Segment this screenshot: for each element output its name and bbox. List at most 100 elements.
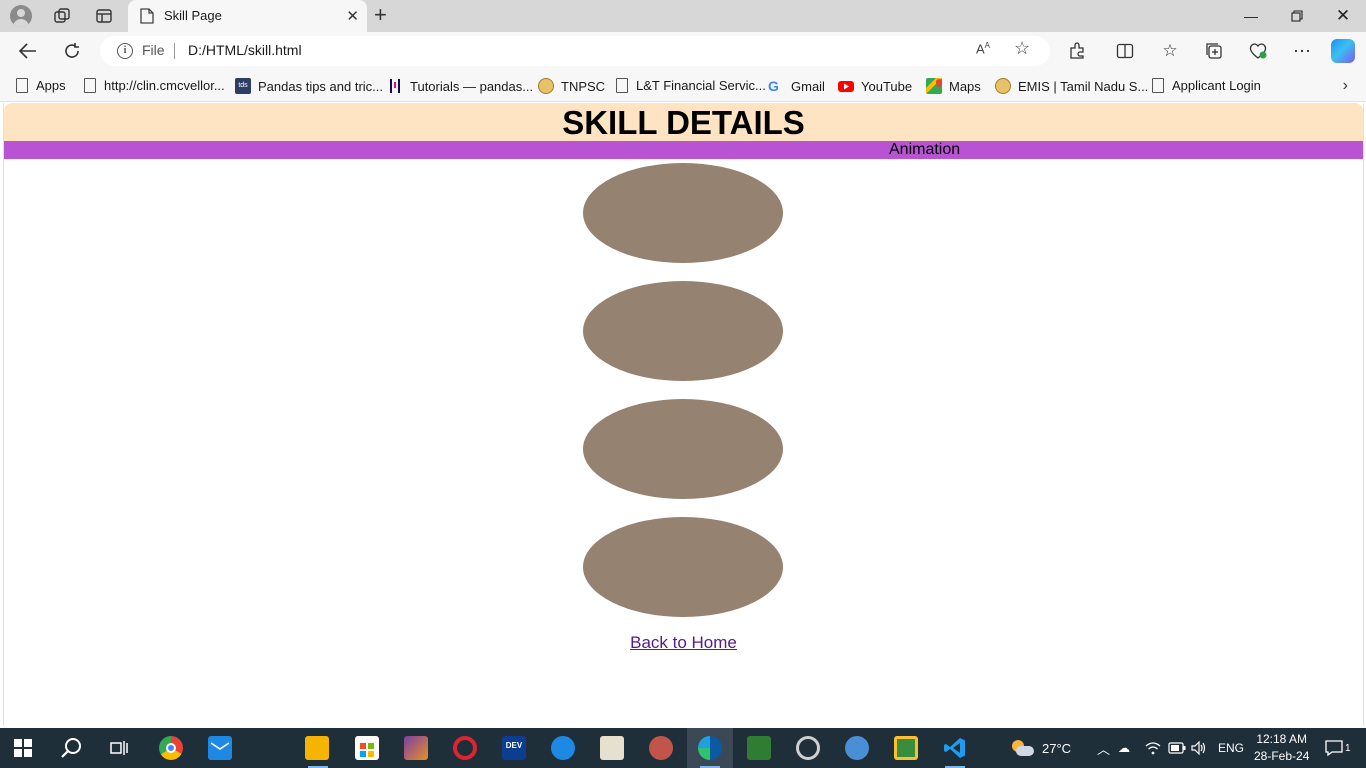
emblem-icon bbox=[995, 78, 1011, 94]
more-bookmarks-chevron-icon[interactable]: › bbox=[1343, 77, 1348, 95]
bookmark-applicant-login[interactable]: Applicant Login bbox=[1150, 78, 1261, 93]
browser-essentials-icon[interactable] bbox=[1246, 39, 1270, 63]
bookmark-label: Tutorials — pandas... bbox=[410, 78, 534, 94]
google-icon: G bbox=[768, 78, 779, 94]
show-hidden-icons-chevron-icon[interactable]: ︿ bbox=[1097, 728, 1110, 768]
volume-icon[interactable] bbox=[1191, 728, 1207, 768]
skill-oval-1 bbox=[583, 163, 783, 263]
emblem-icon bbox=[538, 78, 554, 94]
bookmark-emis[interactable]: EMIS | Tamil Nadu S... bbox=[995, 78, 1148, 94]
marquee-banner: Animation bbox=[4, 141, 1363, 159]
pandas-icon bbox=[387, 78, 403, 94]
extensions-icon[interactable] bbox=[1065, 39, 1089, 63]
back-arrow-icon[interactable] bbox=[16, 39, 40, 63]
notification-count: 1 bbox=[1345, 742, 1351, 754]
bookmark-apps[interactable]: Apps bbox=[14, 78, 66, 93]
bookmark-label: Apps bbox=[36, 78, 66, 93]
close-window-icon[interactable]: ✕ bbox=[1320, 0, 1366, 32]
copilot-icon[interactable] bbox=[1331, 39, 1355, 63]
address-divider bbox=[174, 43, 175, 59]
document-icon bbox=[84, 78, 96, 93]
temperature-text: 27°C bbox=[1042, 740, 1072, 756]
bookmark-label: Pandas tips and tric... bbox=[258, 78, 384, 94]
maps-icon bbox=[926, 78, 942, 94]
restore-icon[interactable] bbox=[1274, 0, 1320, 32]
spiral-app-icon[interactable] bbox=[796, 736, 820, 760]
battery-icon[interactable] bbox=[1168, 728, 1186, 768]
bookmark-tnpsc[interactable]: TNPSC bbox=[538, 78, 605, 94]
vscode-icon[interactable] bbox=[943, 736, 967, 760]
bookmark-label: Maps bbox=[949, 78, 981, 94]
back-link-row: Back to Home bbox=[4, 633, 1363, 653]
windows-start-icon[interactable] bbox=[14, 739, 32, 762]
settings-more-icon[interactable]: ⋯ bbox=[1290, 39, 1314, 63]
profile-avatar-icon[interactable] bbox=[10, 5, 32, 27]
active-tab[interactable]: Skill Page ✕ bbox=[128, 0, 367, 32]
weather-widget[interactable]: 27°C bbox=[1010, 728, 1071, 768]
page-viewport: SKILL DETAILS Animation Back to Home bbox=[3, 103, 1364, 726]
microsoft-store-icon[interactable] bbox=[355, 736, 379, 760]
page-title: SKILL DETAILS bbox=[562, 104, 805, 141]
split-screen-icon[interactable] bbox=[1113, 39, 1137, 63]
document-icon bbox=[616, 78, 628, 93]
skill-oval-2 bbox=[583, 281, 783, 381]
bookmark-label: L&T Financial Servic... bbox=[636, 78, 766, 93]
bookmark-youtube[interactable]: YouTube bbox=[838, 78, 912, 94]
bookmark-maps[interactable]: Maps bbox=[926, 78, 981, 94]
document-icon bbox=[1152, 78, 1164, 93]
bookmarks-bar: Apps http://clin.cmcvellor... tds Pandas… bbox=[0, 70, 1366, 102]
favorites-icon[interactable]: ☆ bbox=[1158, 39, 1182, 63]
bookmark-pandas-tips[interactable]: tds Pandas tips and tric... bbox=[235, 78, 383, 94]
tds-icon: tds bbox=[235, 78, 251, 94]
site-info-icon[interactable]: i bbox=[117, 43, 133, 59]
paint-icon[interactable] bbox=[649, 736, 673, 760]
spreadsheet-icon[interactable] bbox=[747, 736, 771, 760]
task-view-icon[interactable] bbox=[110, 739, 128, 762]
language-indicator[interactable]: ENG bbox=[1218, 728, 1244, 768]
search-icon[interactable] bbox=[60, 737, 82, 764]
vertical-tabs-icon[interactable] bbox=[90, 4, 118, 28]
clock[interactable]: 12:18 AM 28-Feb-24 bbox=[1254, 728, 1309, 768]
youtube-icon bbox=[838, 78, 854, 94]
page-header: SKILL DETAILS bbox=[4, 103, 1363, 141]
marquee-text: Animation bbox=[889, 141, 961, 158]
bookmark-lt-financial[interactable]: L&T Financial Servic... bbox=[614, 78, 766, 93]
notification-center-icon[interactable]: 1 bbox=[1324, 728, 1351, 768]
opera-icon[interactable] bbox=[453, 736, 477, 760]
page-icon bbox=[140, 8, 154, 29]
wifi-icon[interactable] bbox=[1145, 728, 1161, 768]
address-bar[interactable]: i File D:/HTML/skill.html AA ☆ bbox=[100, 36, 1050, 66]
minimize-icon[interactable]: — bbox=[1228, 0, 1274, 32]
sync-app-icon[interactable] bbox=[551, 736, 575, 760]
edge-icon[interactable] bbox=[698, 736, 722, 760]
notepad-icon[interactable] bbox=[600, 736, 624, 760]
bookmark-clin-cmcvellore[interactable]: http://clin.cmcvellor... bbox=[82, 78, 225, 93]
back-to-home-link[interactable]: Back to Home bbox=[630, 633, 737, 652]
collections-icon[interactable] bbox=[1202, 39, 1226, 63]
add-favorite-star-icon[interactable]: ☆ bbox=[1014, 38, 1030, 59]
skill-oval-3 bbox=[583, 399, 783, 499]
classroom-icon[interactable] bbox=[894, 736, 918, 760]
document-icon bbox=[16, 78, 28, 93]
new-tab-icon[interactable]: + bbox=[374, 3, 387, 27]
close-tab-icon[interactable]: ✕ bbox=[346, 7, 359, 25]
read-aloud-icon[interactable]: AA bbox=[976, 41, 990, 56]
onedrive-icon[interactable]: ☁ bbox=[1118, 728, 1130, 768]
file-explorer-icon[interactable] bbox=[305, 736, 329, 760]
tab-title: Skill Page bbox=[164, 8, 222, 23]
edge-dev-icon[interactable] bbox=[845, 736, 869, 760]
refresh-icon[interactable] bbox=[60, 39, 84, 63]
bookmark-label: http://clin.cmcvellor... bbox=[104, 78, 225, 93]
bookmark-pandas-tutorials[interactable]: Tutorials — pandas... bbox=[387, 78, 533, 94]
photos-icon[interactable] bbox=[404, 736, 428, 760]
bookmark-gmail[interactable]: G Gmail bbox=[768, 78, 825, 94]
clock-date: 28-Feb-24 bbox=[1254, 749, 1310, 763]
bookmark-label: Gmail bbox=[791, 78, 825, 94]
scheme-label: File bbox=[142, 42, 165, 58]
mail-icon[interactable] bbox=[208, 736, 232, 760]
workspaces-icon[interactable] bbox=[48, 4, 76, 28]
url-text[interactable]: D:/HTML/skill.html bbox=[188, 42, 302, 58]
chrome-icon[interactable] bbox=[159, 736, 183, 760]
dev-cpp-icon[interactable]: DEV bbox=[502, 736, 526, 760]
skill-oval-4 bbox=[583, 517, 783, 617]
